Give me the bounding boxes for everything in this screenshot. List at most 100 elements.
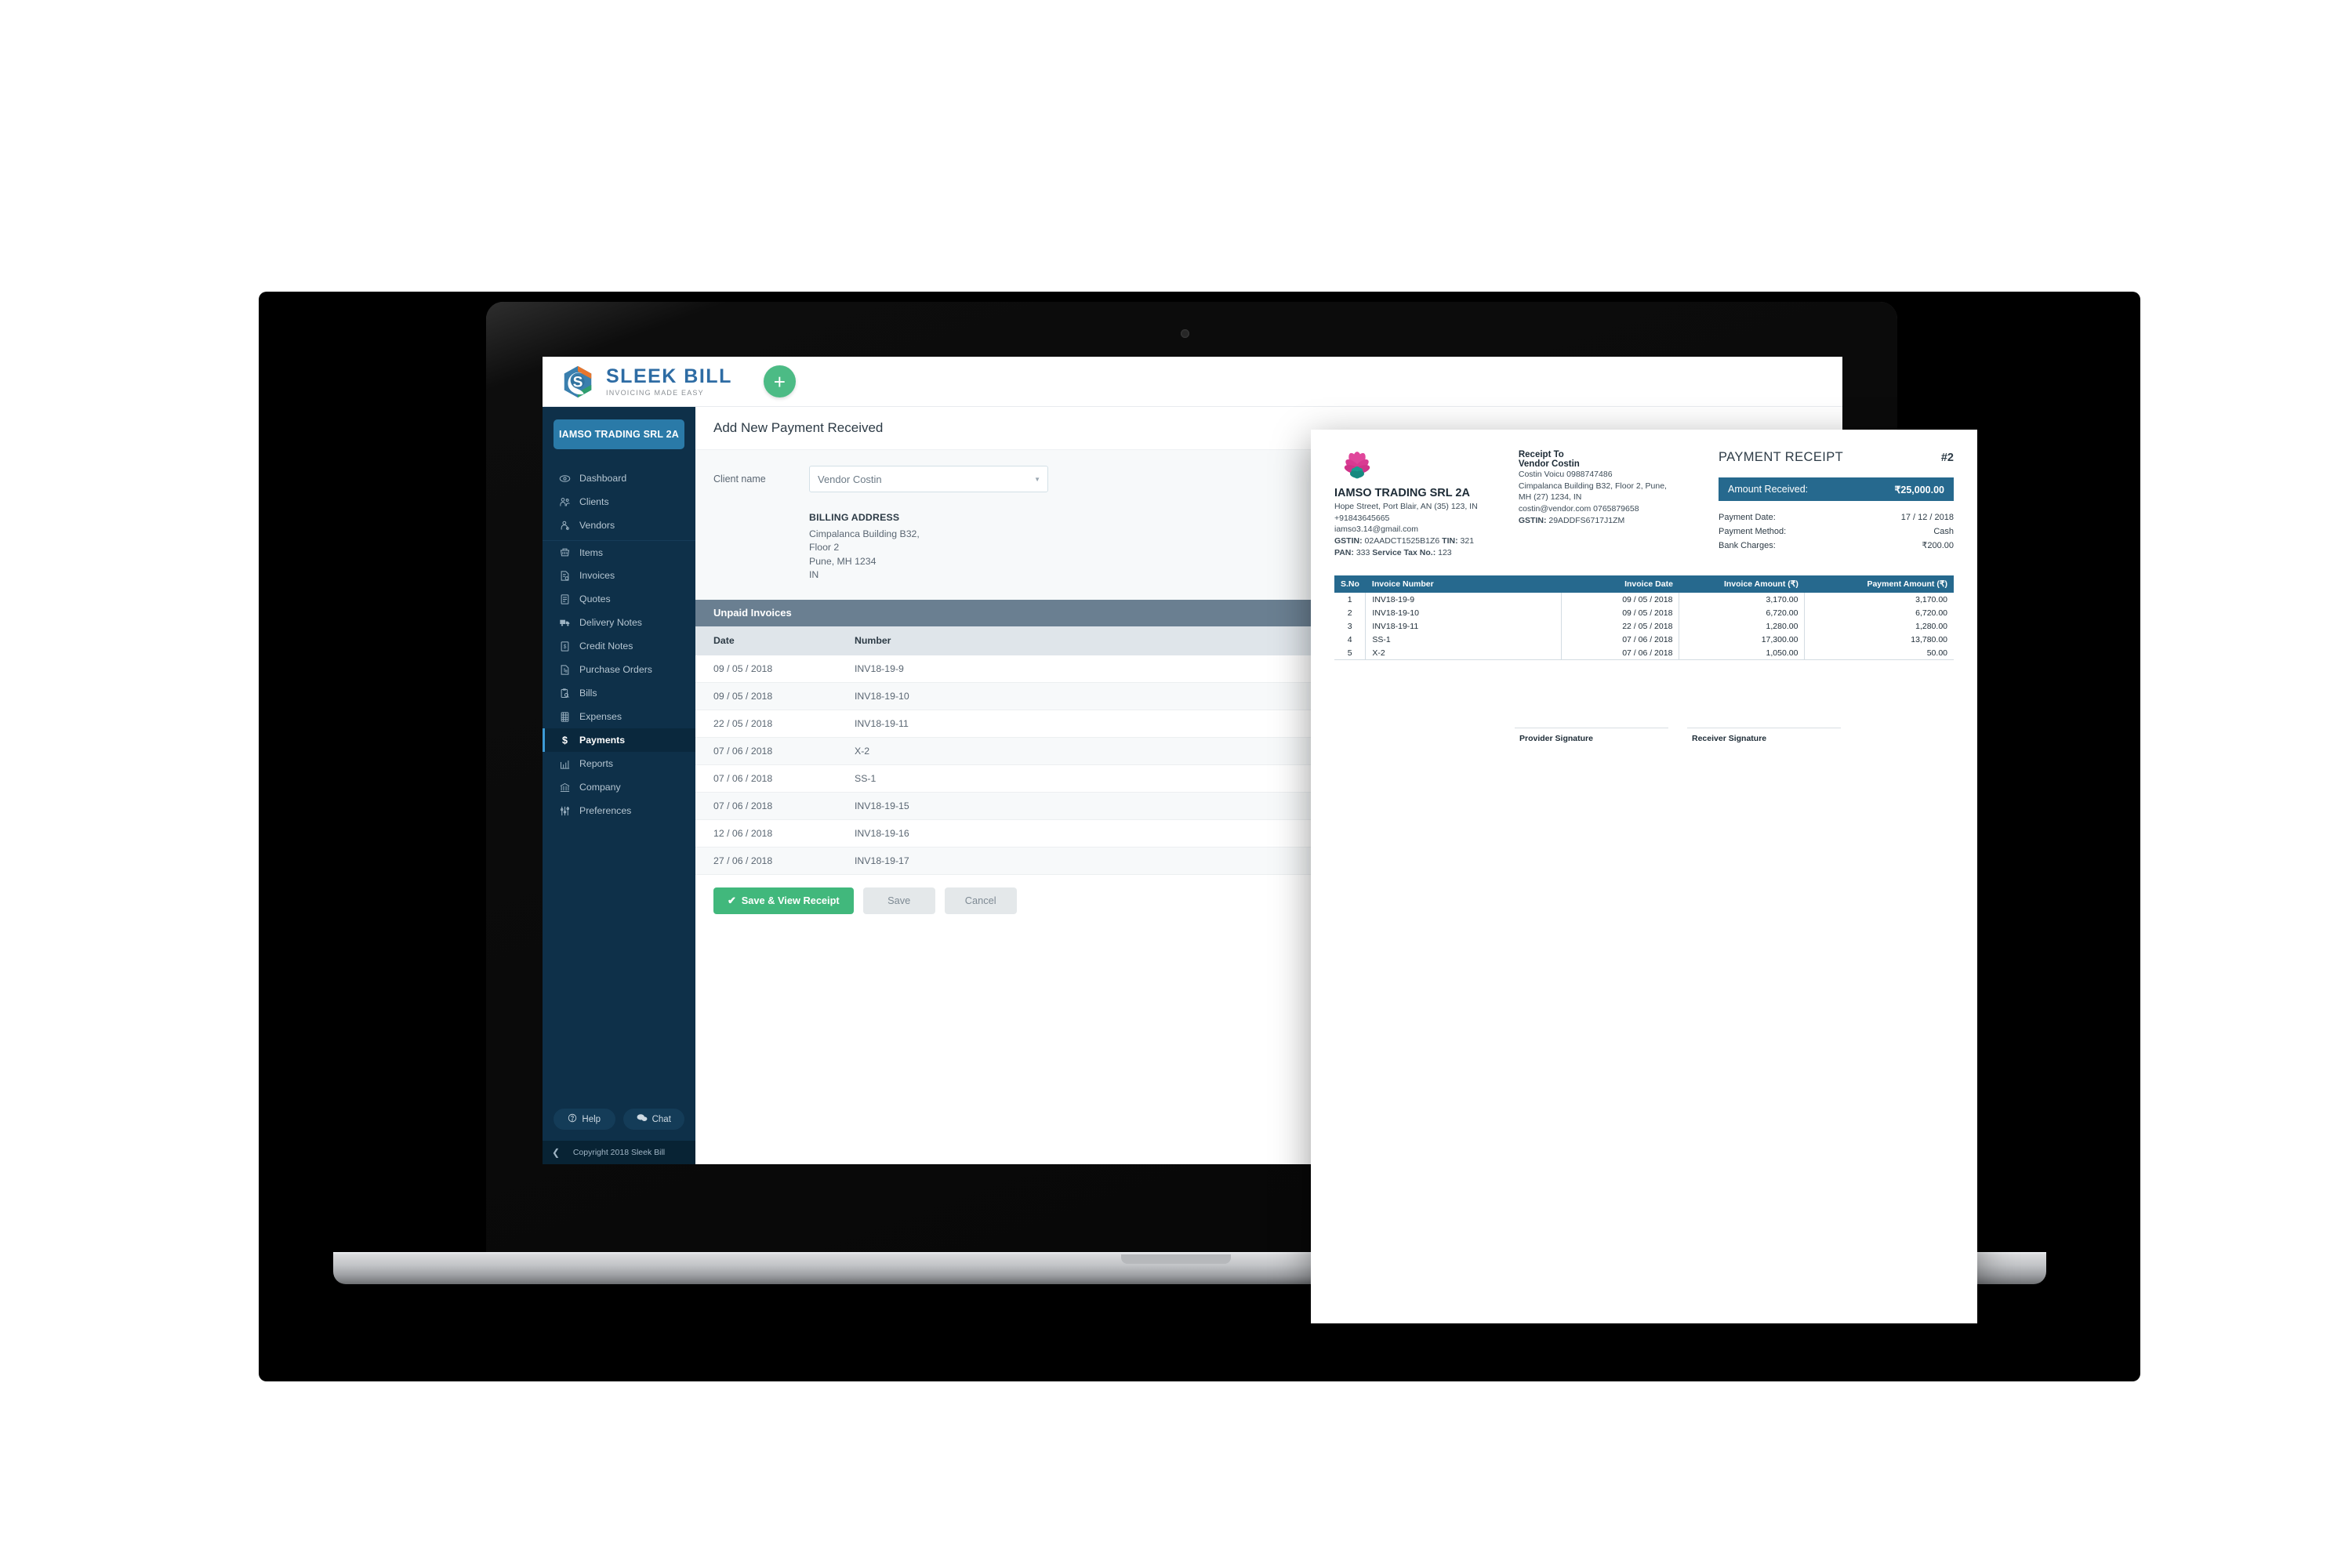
sidebar-item-bills[interactable]: Bills: [543, 681, 695, 705]
provider-signature-label: Provider Signature: [1519, 734, 1593, 744]
app-logo[interactable]: S SLEEK BILL INVOICING MADE EASY: [560, 364, 732, 400]
help-label: Help: [582, 1114, 601, 1124]
cell-sno: 2: [1334, 606, 1367, 620]
sidebar-item-label: Invoices: [579, 570, 615, 581]
sidebar-item-label: Clients: [579, 496, 609, 507]
collapse-sidebar-icon[interactable]: ❮: [552, 1147, 560, 1158]
signature-row: Provider Signature Receiver Signature: [1334, 728, 1954, 743]
cell-invoice-amount: 3,170.00: [1679, 593, 1806, 607]
receipt-parties: IAMSO TRADING SRL 2A Hope Street, Port B…: [1334, 450, 1695, 558]
amount-received-bar: Amount Received: ₹25,000.00: [1719, 477, 1954, 501]
column-header-invoice-date: Invoice Date: [1561, 575, 1679, 593]
receipt-title: PAYMENT RECEIPT: [1719, 450, 1844, 464]
cell-invoice-amount: 6,720.00: [1679, 606, 1806, 620]
payment-method-value: Cash: [1933, 526, 1954, 536]
gstin-label: GSTIN:: [1334, 536, 1363, 546]
client-name-label: Client name: [713, 474, 766, 485]
amount-received-value: ₹25,000.00: [1894, 484, 1944, 495]
receipt-company-pan-stn: PAN: 333 Service Tax No.: 123: [1334, 547, 1498, 559]
sidebar-actions: Help Chat: [543, 1109, 695, 1141]
cell-payment-amount: 50.00: [1804, 646, 1954, 661]
copyright-label: Copyright 2018 Sleek Bill: [572, 1148, 666, 1157]
amount-received-label: Amount Received:: [1728, 484, 1809, 495]
pan-label: PAN:: [1334, 547, 1354, 557]
truck-icon: [559, 616, 579, 629]
sidebar-item-dashboard[interactable]: Dashboard: [543, 466, 695, 490]
sidebar-item-payments[interactable]: $ Payments: [543, 728, 695, 752]
sidebar-item-invoices[interactable]: Invoices: [543, 564, 695, 587]
receipt-party-contact: Costin Voicu 0988747486: [1518, 470, 1613, 479]
sidebar-item-credit-notes[interactable]: $ Credit Notes: [543, 634, 695, 658]
chevron-down-icon: ▼: [1034, 475, 1040, 483]
cell-date: 12 / 06 / 2018: [695, 819, 833, 848]
pan-value: 333: [1356, 547, 1370, 557]
sidebar-item-items[interactable]: Items: [543, 540, 695, 564]
cell-date: 07 / 06 / 2018: [695, 792, 833, 820]
help-button[interactable]: Help: [554, 1109, 615, 1130]
payment-receipt-panel: IAMSO TRADING SRL 2A Hope Street, Port B…: [1311, 430, 1977, 1323]
receipt-table-row: 3 INV18-19-11 22 / 05 / 2018 1,280.00 1,…: [1334, 619, 1954, 633]
clients-icon: [559, 496, 579, 508]
chat-button[interactable]: Chat: [622, 1109, 684, 1130]
cell-invoice-date: 07 / 06 / 2018: [1561, 646, 1680, 661]
sidebar-item-vendors[interactable]: Vendors: [543, 514, 695, 537]
sidebar-item-company[interactable]: Company: [543, 775, 695, 799]
receiver-signature-box: Receiver Signature: [1687, 728, 1841, 743]
cell-date: 07 / 06 / 2018: [695, 764, 833, 793]
receipt-company-name: IAMSO TRADING SRL 2A: [1334, 487, 1470, 499]
cell-invoice-amount: 1,050.00: [1679, 646, 1806, 661]
bank-icon: [559, 782, 579, 793]
receipt-company-address: Hope Street, Port Blair, AN (35) 123, IN: [1334, 502, 1478, 511]
receipt-company-email: iamso3.14@gmail.com: [1334, 524, 1418, 535]
sidebar-item-expenses[interactable]: Expenses: [543, 705, 695, 728]
cell-payment-amount: 3,170.00: [1915, 594, 1947, 604]
chart-icon: [559, 758, 579, 770]
cell-sno: 3: [1334, 619, 1367, 633]
sidebar-item-label: Reports: [579, 758, 614, 769]
cell-invoice-date: 22 / 05 / 2018: [1561, 619, 1680, 633]
receipt-party-address-2: MH (27) 1234, IN: [1518, 492, 1582, 503]
meta-row: Payment Method: Cash: [1719, 525, 1954, 539]
vendor-icon: [559, 520, 579, 532]
service-tax-value: 123: [1438, 547, 1452, 557]
screenshot-root: S SLEEK BILL INVOICING MADE EASY + IAMSO…: [0, 0, 2352, 1568]
party-gstin-value: 29ADDFS6717J1ZM: [1548, 515, 1625, 525]
cell-invoice-number: INV18-19-9: [1365, 593, 1563, 607]
add-new-button[interactable]: +: [763, 365, 796, 397]
sidebar-item-delivery-notes[interactable]: Delivery Notes: [543, 611, 695, 634]
bank-charges-value: ₹200.00: [1922, 540, 1954, 550]
payment-method-label: Payment Method:: [1719, 526, 1787, 536]
save-button[interactable]: Save: [862, 887, 935, 914]
sidebar-item-quotes[interactable]: Quotes: [543, 587, 695, 611]
sidebar-item-label: Items: [579, 546, 604, 558]
party-gstin-label: GSTIN:: [1518, 515, 1547, 525]
sidebar-item-label: Delivery Notes: [579, 617, 642, 628]
receipt-table-body: 1 INV18-19-9 09 / 05 / 2018 3,170.00 3,1…: [1334, 593, 1954, 661]
receipt-invoice-table: S.No Invoice Number Invoice Date Invoice…: [1334, 575, 1954, 661]
svg-text:$: $: [562, 735, 568, 746]
client-name-value: Vendor Costin: [818, 473, 882, 485]
cell-date: 09 / 05 / 2018: [695, 682, 833, 710]
meta-row: Bank Charges: ₹200.00: [1719, 539, 1954, 554]
service-tax-label: Service Tax No.:: [1372, 547, 1436, 557]
sliders-icon: [559, 805, 579, 817]
receipt-table-row: 1 INV18-19-9 09 / 05 / 2018 3,170.00 3,1…: [1334, 593, 1954, 607]
sidebar-company-selector[interactable]: IAMSO TRADING SRL 2A: [554, 419, 684, 449]
client-name-select[interactable]: Vendor Costin ▼: [809, 466, 1048, 492]
receipt-company-phone: +91843645665: [1334, 513, 1390, 523]
receipt-table-row: 2 INV18-19-10 09 / 05 / 2018 6,720.00 6,…: [1334, 606, 1954, 620]
sidebar-item-purchase-orders[interactable]: $ Purchase Orders: [543, 658, 695, 681]
cancel-button[interactable]: Cancel: [944, 887, 1017, 914]
cell-invoice-date: 09 / 05 / 2018: [1561, 593, 1680, 607]
sidebar-item-label: Credit Notes: [579, 641, 633, 652]
cell-payment-amount: 13,780.00: [1911, 634, 1947, 644]
svg-text:S: S: [573, 374, 583, 390]
receipt-table-header-row: S.No Invoice Number Invoice Date Invoice…: [1334, 575, 1954, 593]
save-and-view-receipt-button[interactable]: ✔ Save & View Receipt: [713, 887, 854, 914]
sidebar-item-reports[interactable]: Reports: [543, 752, 695, 775]
sidebar-item-label: Quotes: [579, 593, 611, 604]
sidebar-item-preferences[interactable]: Preferences: [543, 799, 695, 822]
column-header-date[interactable]: Date: [695, 626, 833, 655]
cell-sno: 4: [1334, 633, 1367, 647]
sidebar-item-clients[interactable]: Clients: [543, 490, 695, 514]
